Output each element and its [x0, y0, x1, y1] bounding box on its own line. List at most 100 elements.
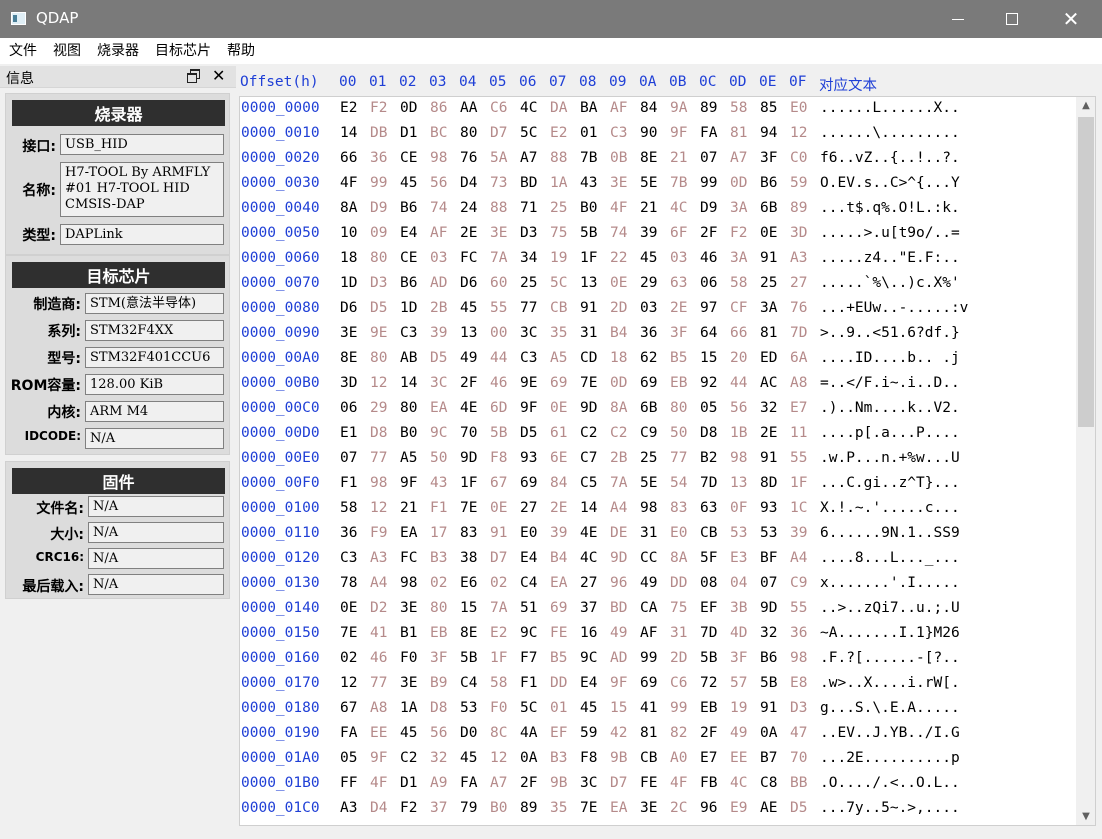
- ascii-text[interactable]: .....z4.."E.F:..: [820, 246, 960, 271]
- hex-byte[interactable]: C4: [520, 571, 537, 596]
- hex-byte[interactable]: D4: [460, 171, 477, 196]
- hex-byte[interactable]: 71: [520, 196, 537, 221]
- hex-byte[interactable]: 37: [580, 596, 597, 621]
- ascii-text[interactable]: x.......'.I.....: [820, 571, 960, 596]
- hex-byte[interactable]: 39: [790, 521, 807, 546]
- dock-close-icon[interactable]: ✕: [212, 66, 225, 86]
- hex-byte[interactable]: 1F: [580, 246, 597, 271]
- hex-byte[interactable]: DB: [370, 121, 387, 146]
- hex-byte[interactable]: EA: [610, 796, 627, 821]
- hex-byte[interactable]: D0: [460, 721, 477, 746]
- scroll-down-icon[interactable]: ▼: [1076, 808, 1095, 825]
- hex-byte[interactable]: 1A: [400, 696, 417, 721]
- ascii-text[interactable]: X.!.~.'.....c...: [820, 496, 960, 521]
- hex-byte[interactable]: 9C: [430, 421, 447, 446]
- hex-byte[interactable]: A4: [370, 571, 387, 596]
- hex-byte[interactable]: 56: [430, 171, 447, 196]
- hex-byte[interactable]: 21: [400, 496, 417, 521]
- hex-byte[interactable]: 41: [640, 696, 657, 721]
- hex-byte[interactable]: AF: [640, 621, 657, 646]
- ascii-text[interactable]: f6..vZ..{..!..?.: [820, 146, 960, 171]
- hex-byte[interactable]: EF: [550, 721, 567, 746]
- hex-byte[interactable]: 91: [580, 296, 597, 321]
- hex-byte[interactable]: 91: [760, 446, 777, 471]
- hex-byte[interactable]: 9C: [520, 621, 537, 646]
- hex-byte[interactable]: E6: [460, 571, 477, 596]
- hex-byte[interactable]: 6B: [760, 196, 777, 221]
- hex-byte[interactable]: C6: [490, 97, 507, 121]
- hex-byte[interactable]: 12: [340, 671, 357, 696]
- hex-byte[interactable]: 49: [730, 721, 747, 746]
- hex-byte[interactable]: 8E: [460, 621, 477, 646]
- hex-byte[interactable]: 34: [520, 246, 537, 271]
- hex-byte[interactable]: 6A: [790, 346, 807, 371]
- hex-byte[interactable]: 01: [550, 696, 567, 721]
- hex-byte[interactable]: 0A: [520, 746, 537, 771]
- hex-byte[interactable]: 63: [700, 496, 717, 521]
- hex-byte[interactable]: C8: [760, 771, 777, 796]
- hex-byte[interactable]: 31: [580, 321, 597, 346]
- hex-byte[interactable]: 84: [640, 97, 657, 121]
- hex-byte[interactable]: 98: [400, 571, 417, 596]
- hex-byte[interactable]: 0E: [610, 271, 627, 296]
- hex-byte[interactable]: C3: [400, 321, 417, 346]
- hex-byte[interactable]: EA: [550, 571, 567, 596]
- hex-byte[interactable]: CC: [640, 546, 657, 571]
- hex-byte[interactable]: E7: [790, 396, 807, 421]
- hex-byte[interactable]: 98: [730, 446, 747, 471]
- hex-byte[interactable]: D2: [370, 596, 387, 621]
- hex-byte[interactable]: 82: [670, 721, 687, 746]
- hex-byte[interactable]: 5B: [460, 646, 477, 671]
- hex-byte[interactable]: 9D: [610, 546, 627, 571]
- hex-byte[interactable]: 69: [640, 671, 657, 696]
- hex-byte[interactable]: 4F: [670, 771, 687, 796]
- hex-byte[interactable]: 56: [730, 396, 747, 421]
- ascii-text[interactable]: ....p[.a...P....: [820, 421, 960, 446]
- hex-byte[interactable]: 46: [490, 371, 507, 396]
- hex-byte[interactable]: 45: [460, 296, 477, 321]
- scroll-up-icon[interactable]: ▲: [1076, 97, 1095, 114]
- hex-byte[interactable]: 31: [670, 621, 687, 646]
- ascii-text[interactable]: ...7y..5~.>,....: [820, 796, 960, 821]
- hex-byte[interactable]: 12: [370, 496, 387, 521]
- hex-byte[interactable]: 4D: [730, 621, 747, 646]
- hex-byte[interactable]: A8: [370, 696, 387, 721]
- hex-byte[interactable]: 36: [640, 321, 657, 346]
- hex-byte[interactable]: 9B: [550, 771, 567, 796]
- hex-byte[interactable]: AA: [460, 97, 477, 121]
- hex-byte[interactable]: 07: [700, 146, 717, 171]
- hex-byte[interactable]: 7E: [580, 371, 597, 396]
- hex-byte[interactable]: E2: [550, 121, 567, 146]
- hex-byte[interactable]: 5A: [490, 146, 507, 171]
- hex-byte[interactable]: 70: [790, 746, 807, 771]
- hex-byte[interactable]: 3E: [400, 596, 417, 621]
- hex-byte[interactable]: EE: [730, 746, 747, 771]
- hex-byte[interactable]: 2F: [700, 721, 717, 746]
- hex-byte[interactable]: 55: [790, 596, 807, 621]
- hex-byte[interactable]: 59: [790, 171, 807, 196]
- hex-byte[interactable]: 7A: [610, 471, 627, 496]
- hex-byte[interactable]: A5: [400, 446, 417, 471]
- hex-byte[interactable]: FA: [340, 721, 357, 746]
- ascii-text[interactable]: ....ID....b.. .j: [820, 346, 960, 371]
- hex-byte[interactable]: BA: [580, 97, 597, 121]
- hex-byte[interactable]: F7: [520, 646, 537, 671]
- hex-byte[interactable]: B3: [550, 746, 567, 771]
- hex-byte[interactable]: 79: [460, 796, 477, 821]
- hex-byte[interactable]: 32: [760, 621, 777, 646]
- hex-byte[interactable]: 32: [430, 746, 447, 771]
- hex-byte[interactable]: 92: [700, 371, 717, 396]
- hex-byte[interactable]: EE: [370, 721, 387, 746]
- hex-byte[interactable]: 99: [640, 646, 657, 671]
- hex-byte[interactable]: 89: [520, 796, 537, 821]
- hex-byte[interactable]: 99: [700, 171, 717, 196]
- hex-byte[interactable]: A4: [790, 546, 807, 571]
- ascii-text[interactable]: .F.?[......-[?..: [820, 646, 960, 671]
- hex-byte[interactable]: A4: [610, 496, 627, 521]
- hex-byte[interactable]: 03: [430, 246, 447, 271]
- hex-byte[interactable]: A0: [670, 746, 687, 771]
- hex-byte[interactable]: 43: [430, 471, 447, 496]
- hex-byte[interactable]: E2: [340, 97, 357, 121]
- hex-byte[interactable]: 18: [610, 346, 627, 371]
- hex-byte[interactable]: 58: [490, 671, 507, 696]
